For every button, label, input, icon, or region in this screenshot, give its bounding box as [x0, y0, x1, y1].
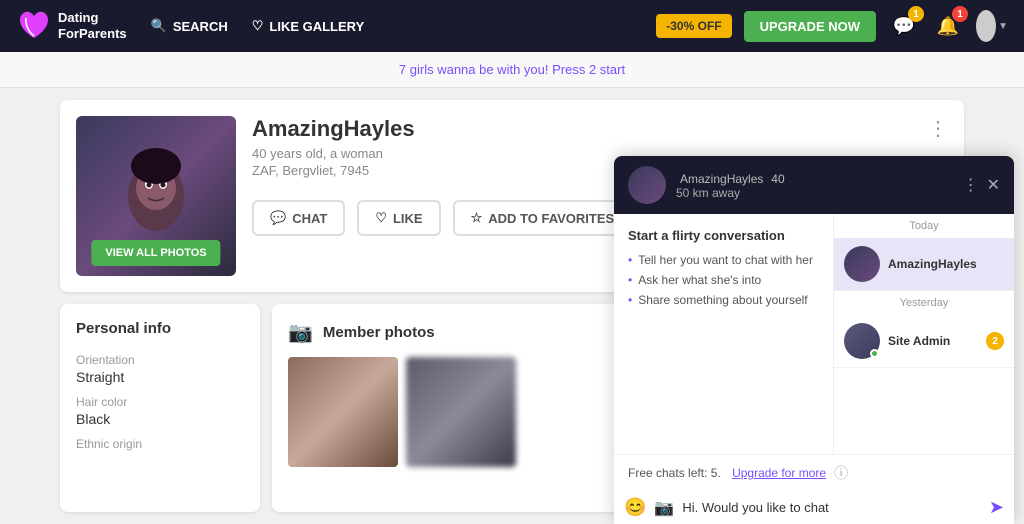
ethnic-origin-label: Ethnic origin	[76, 437, 244, 451]
subheader-bar: 7 girls wanna be with you! Press 2 start	[0, 52, 1024, 88]
search-nav[interactable]: 🔍 SEARCH	[151, 18, 228, 34]
logo-line1: Dating	[58, 10, 127, 26]
suggestions-title: Start a flirty conversation	[628, 228, 819, 243]
chat-close-button[interactable]: ✕	[987, 175, 1000, 195]
bullet-icon: •	[628, 293, 632, 307]
chat-label: CHAT	[292, 211, 327, 226]
personal-info-card: Personal info Orientation Straight Hair …	[60, 304, 260, 512]
messages-badge: 1	[908, 6, 924, 22]
header: Dating ForParents 🔍 SEARCH ♡ LIKE GALLER…	[0, 0, 1024, 52]
profile-name: AmazingHayles	[252, 116, 415, 142]
heart-icon: ♡	[375, 210, 387, 226]
suggestion-3: • Share something about yourself	[628, 293, 819, 307]
view-all-photos-button[interactable]: VIEW ALL PHOTOS	[91, 240, 220, 266]
conv-name-1: AmazingHayles	[888, 257, 977, 271]
photo-upload-button[interactable]: 📷	[654, 498, 674, 518]
search-icon: 🔍	[151, 18, 167, 34]
chat-popup-header: AmazingHayles 40 50 km away ⋮ ✕	[614, 156, 1014, 214]
chat-suggestions: Start a flirty conversation • Tell her y…	[614, 214, 834, 454]
conv-avatar-2	[844, 323, 880, 359]
conversation-1[interactable]: AmazingHayles	[834, 238, 1014, 291]
profile-age: 40 years old, a woman	[252, 146, 415, 161]
free-chats-info: Free chats left: 5. Upgrade for more ⓘ	[614, 455, 1014, 491]
send-icon: ➤	[989, 497, 1004, 517]
like-gallery-nav[interactable]: ♡ LIKE GALLERY	[252, 18, 365, 34]
suggestion-3-text: Share something about yourself	[638, 293, 807, 307]
conv-avatar-1	[844, 246, 880, 282]
upgrade-button[interactable]: UPGRADE NOW	[744, 11, 876, 42]
chat-footer: Free chats left: 5. Upgrade for more ⓘ 😊…	[614, 454, 1014, 524]
chat-user-avatar	[628, 166, 666, 204]
more-options-button[interactable]: ⋮	[928, 116, 948, 141]
conv-name-2: Site Admin	[888, 334, 950, 348]
chat-header-actions: ⋮ ✕	[963, 175, 1000, 195]
photo-thumb-1[interactable]	[288, 357, 398, 467]
bullet-icon: •	[628, 273, 632, 287]
like-gallery-label: LIKE GALLERY	[269, 19, 364, 34]
orientation-value: Straight	[76, 369, 244, 385]
help-icon[interactable]: ⓘ	[834, 463, 848, 483]
add-favorites-button[interactable]: ☆ ADD TO FAVORITES	[453, 200, 633, 236]
notifications-button[interactable]: 🔔 1	[932, 10, 964, 42]
notifications-badge: 1	[952, 6, 968, 22]
chat-more-button[interactable]: ⋮	[963, 175, 979, 195]
yesterday-label: Yesterday	[834, 291, 1014, 315]
header-left: Dating ForParents 🔍 SEARCH ♡ LIKE GALLER…	[16, 8, 364, 44]
add-favorites-label: ADD TO FAVORITES	[488, 211, 614, 226]
discount-label: -30% OFF	[666, 19, 721, 33]
chat-message-input[interactable]	[682, 500, 981, 515]
like-button[interactable]: ♡ LIKE	[357, 200, 440, 236]
chat-body: Start a flirty conversation • Tell her y…	[614, 214, 1014, 454]
free-chats-text: Free chats left: 5.	[628, 466, 721, 480]
view-photos-label: VIEW ALL PHOTOS	[105, 247, 206, 259]
suggestion-2: • Ask her what she's into	[628, 273, 819, 287]
upgrade-label: UPGRADE NOW	[760, 19, 860, 34]
profile-location: ZAF, Bergvliet, 7945	[252, 163, 415, 178]
profile-photo: VIEW ALL PHOTOS	[76, 116, 236, 276]
search-label: SEARCH	[173, 19, 228, 34]
photos-title: Member photos	[323, 324, 435, 341]
hair-color-value: Black	[76, 411, 244, 427]
send-button[interactable]: ➤	[989, 497, 1004, 518]
chat-user-info: AmazingHayles 40 50 km away	[676, 170, 953, 200]
star-icon: ☆	[471, 210, 483, 226]
like-label: LIKE	[393, 211, 423, 226]
face-svg	[116, 146, 196, 246]
emoji-button[interactable]: 😊	[624, 497, 646, 518]
camera-icon: 📷	[288, 320, 313, 345]
user-avatar-header[interactable]: ▼	[976, 10, 1008, 42]
chat-popup: AmazingHayles 40 50 km away ⋮ ✕ Start a …	[614, 156, 1014, 524]
chat-input-row: 😊 📷 ➤	[614, 491, 1014, 524]
online-indicator	[870, 349, 879, 358]
chat-distance: 50 km away	[676, 186, 953, 200]
chat-username: AmazingHayles 40	[676, 170, 953, 186]
photo-thumb-2[interactable]	[406, 357, 516, 467]
subheader-text: 7 girls wanna be with you! Press 2 start	[399, 62, 625, 77]
today-label: Today	[834, 214, 1014, 238]
hair-color-label: Hair color	[76, 395, 244, 409]
suggestion-2-text: Ask her what she's into	[638, 273, 761, 287]
logo-line2: ForParents	[58, 26, 127, 42]
chevron-down-icon: ▼	[998, 21, 1008, 32]
bullet-icon: •	[628, 253, 632, 267]
suggestion-1-text: Tell her you want to chat with her	[638, 253, 813, 267]
chat-button[interactable]: 💬 CHAT	[252, 200, 345, 236]
logo[interactable]: Dating ForParents	[16, 8, 127, 44]
header-right: -30% OFF UPGRADE NOW 💬 1 🔔 1 ▼	[656, 10, 1008, 42]
messages-button[interactable]: 💬 1	[888, 10, 920, 42]
chat-icon: 💬	[270, 210, 286, 226]
conversation-2[interactable]: Site Admin 2	[834, 315, 1014, 368]
conv-badge-2: 2	[986, 332, 1004, 350]
upgrade-for-more-link[interactable]: Upgrade for more	[732, 466, 826, 480]
discount-button[interactable]: -30% OFF	[656, 14, 731, 38]
heart-icon: ♡	[252, 18, 264, 34]
personal-info-title: Personal info	[76, 320, 244, 337]
orientation-label: Orientation	[76, 353, 244, 367]
suggestion-1: • Tell her you want to chat with her	[628, 253, 819, 267]
chat-conversations: Today AmazingHayles Yesterday Site Admin…	[834, 214, 1014, 454]
logo-icon	[16, 8, 52, 44]
